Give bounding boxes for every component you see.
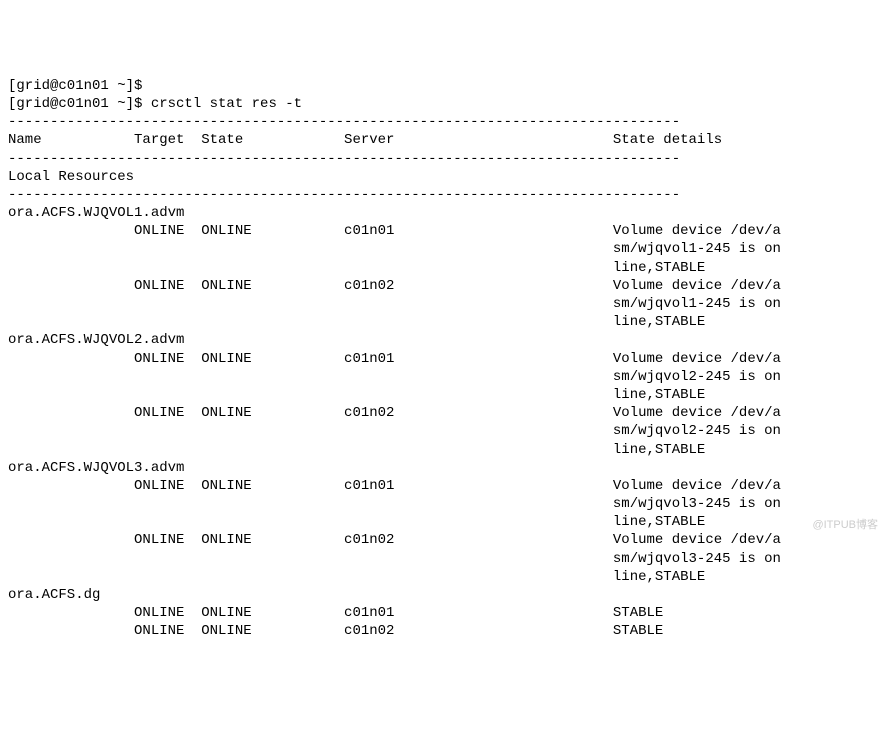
terminal-output: [grid@c01n01 ~]$ [grid@c01n01 ~]$ crsctl… <box>8 77 882 641</box>
watermark: @ITPUB博客 <box>812 518 878 532</box>
